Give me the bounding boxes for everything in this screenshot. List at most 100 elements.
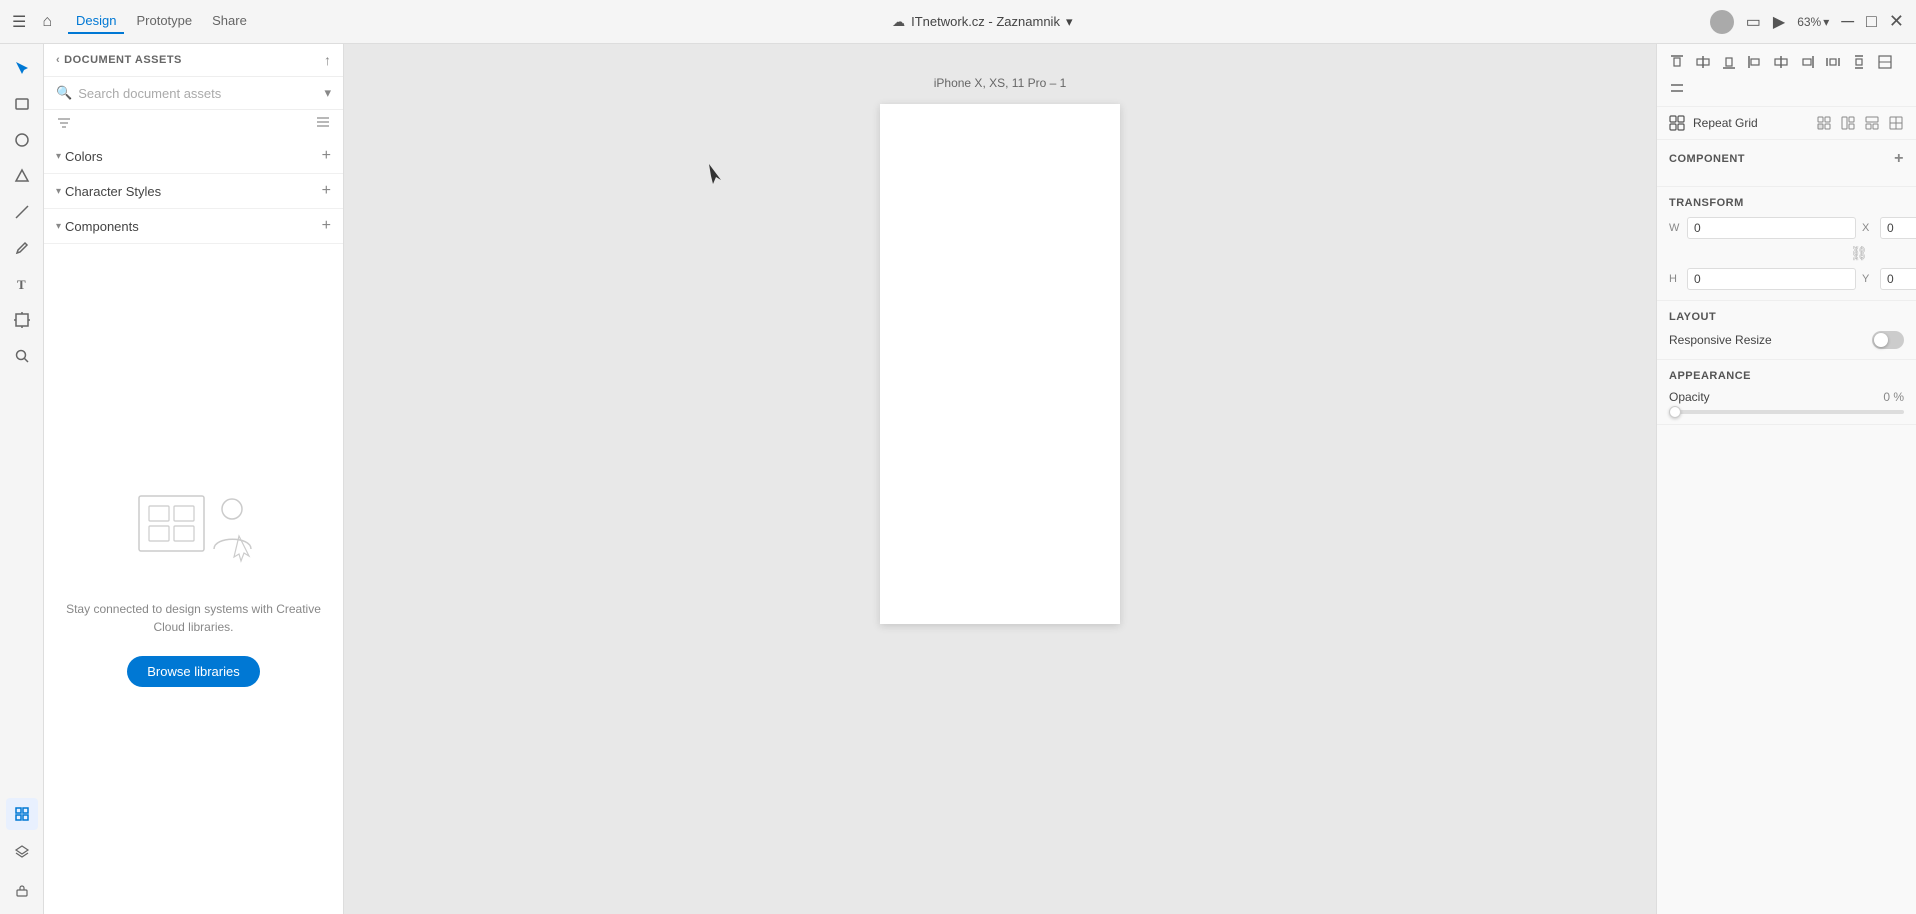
tab-share[interactable]: Share	[204, 9, 255, 34]
width-label: W	[1669, 222, 1683, 234]
character-styles-section: ▾ Character Styles +	[44, 174, 343, 209]
opacity-thumb[interactable]	[1669, 406, 1681, 418]
align-center-h-button[interactable]	[1769, 50, 1793, 74]
cloud-icon: ☁	[892, 14, 905, 30]
opacity-slider[interactable]	[1669, 410, 1904, 414]
transform-link-divider: ⛓	[1669, 245, 1916, 262]
rg-action-4[interactable]	[1886, 113, 1906, 133]
minimize-button[interactable]: ─	[1841, 11, 1854, 32]
zoom-control[interactable]: 63% ▾	[1797, 15, 1829, 29]
add-component-btn[interactable]: +	[1894, 150, 1904, 168]
align-bottom-button[interactable]	[1717, 50, 1741, 74]
x-label: X	[1862, 222, 1876, 234]
components-section-header[interactable]: ▾ Components +	[44, 209, 343, 243]
opacity-row: Opacity 0 %	[1669, 390, 1904, 404]
main-area: T ‹ DOCUMENT ASSETS	[0, 44, 1916, 914]
character-styles-section-header[interactable]: ▾ Character Styles +	[44, 174, 343, 208]
rg-action-3[interactable]	[1862, 113, 1882, 133]
search-icon: 🔍	[56, 85, 72, 101]
colors-title: ▾ Colors	[56, 149, 103, 164]
panel-back-icon[interactable]: ‹	[56, 54, 60, 66]
width-input[interactable]	[1687, 217, 1856, 239]
character-styles-title: ▾ Character Styles	[56, 184, 161, 199]
layout-section: LAYOUT Responsive Resize	[1657, 301, 1916, 360]
document-assets-title: ‹ DOCUMENT ASSETS	[56, 54, 182, 66]
appearance-section-title: APPEARANCE	[1669, 370, 1904, 382]
align-extra-2[interactable]	[1665, 76, 1689, 100]
polygon-tool[interactable]	[6, 160, 38, 192]
y-input[interactable]	[1880, 268, 1916, 290]
empty-illustration	[124, 471, 264, 584]
tab-design[interactable]: Design	[68, 9, 124, 34]
distribute-v-button[interactable]	[1847, 50, 1871, 74]
left-panel: ‹ DOCUMENT ASSETS ↑ 🔍 ▾ ▾ Co	[44, 44, 344, 914]
artboard[interactable]	[880, 104, 1120, 624]
appearance-section: APPEARANCE Opacity 0 %	[1657, 360, 1916, 425]
align-extra-1[interactable]	[1873, 50, 1897, 74]
component-section: COMPONENT +	[1657, 140, 1916, 187]
panel-header-actions: ↑	[324, 52, 331, 68]
pen-tool[interactable]	[6, 232, 38, 264]
zoom-value: 63%	[1797, 15, 1821, 29]
align-right-button[interactable]	[1795, 50, 1819, 74]
repeat-grid-bar: Repeat Grid	[1657, 107, 1916, 140]
colors-section-header[interactable]: ▾ Colors +	[44, 139, 343, 173]
menu-icon[interactable]: ☰	[12, 12, 26, 32]
repeat-grid-label: Repeat Grid	[1693, 116, 1808, 130]
canvas[interactable]: iPhone X, XS, 11 Pro – 1	[344, 44, 1656, 914]
plugins-panel-button[interactable]	[6, 874, 38, 906]
colors-section: ▾ Colors +	[44, 139, 343, 174]
repeat-grid-icon	[1667, 113, 1687, 133]
transform-section-title: TRANSFORM	[1669, 197, 1904, 209]
topbar: ☰ ⌂ Design Prototype Share ☁ ITnetwork.c…	[0, 0, 1916, 44]
align-middle-v-button[interactable]	[1691, 50, 1715, 74]
search-input[interactable]	[78, 86, 318, 101]
upload-icon[interactable]: ↑	[324, 52, 331, 68]
rectangle-tool[interactable]	[6, 88, 38, 120]
line-tool[interactable]	[6, 196, 38, 228]
distribute-h-button[interactable]	[1821, 50, 1845, 74]
x-input[interactable]	[1880, 217, 1916, 239]
responsive-resize-toggle: Responsive Resize	[1669, 331, 1904, 349]
avatar[interactable]	[1710, 10, 1734, 34]
rg-action-1[interactable]	[1814, 113, 1834, 133]
responsive-resize-label: Responsive Resize	[1669, 333, 1772, 347]
select-tool[interactable]	[6, 52, 38, 84]
text-tool[interactable]: T	[6, 268, 38, 300]
assets-panel-button[interactable]	[6, 798, 38, 830]
align-toolbar	[1657, 44, 1916, 107]
title-bar[interactable]: ☁ ITnetwork.cz - Zaznamnik ▾	[892, 14, 1072, 30]
align-left-button[interactable]	[1743, 50, 1767, 74]
play-icon[interactable]: ▶	[1773, 12, 1785, 32]
align-top-button[interactable]	[1665, 50, 1689, 74]
add-component-icon[interactable]: +	[322, 217, 331, 235]
browse-libraries-button[interactable]: Browse libraries	[127, 656, 259, 687]
colors-chevron-icon: ▾	[56, 151, 61, 162]
ellipse-tool[interactable]	[6, 124, 38, 156]
topbar-left: ☰ ⌂ Design Prototype Share	[12, 9, 255, 34]
search-tool[interactable]	[6, 340, 38, 372]
link-proportions-icon[interactable]: ⛓	[1850, 245, 1868, 262]
home-icon[interactable]: ⌂	[42, 13, 52, 31]
close-button[interactable]: ✕	[1889, 11, 1904, 32]
filter-icon[interactable]	[56, 116, 72, 133]
opacity-label: Opacity	[1669, 390, 1710, 404]
opacity-value: 0 %	[1883, 390, 1904, 404]
height-input[interactable]	[1687, 268, 1856, 290]
search-dropdown-icon[interactable]: ▾	[324, 85, 331, 101]
tab-prototype[interactable]: Prototype	[128, 9, 200, 34]
artboard-tool[interactable]	[6, 304, 38, 336]
layers-panel-button[interactable]	[6, 836, 38, 868]
empty-description: Stay connected to design systems with Cr…	[60, 600, 327, 636]
add-character-style-icon[interactable]: +	[322, 182, 331, 200]
list-view-icon[interactable]	[315, 116, 331, 133]
topbar-center: ☁ ITnetwork.cz - Zaznamnik ▾	[263, 14, 1702, 30]
cursor-indicator	[709, 164, 721, 184]
device-icon[interactable]: ▭	[1746, 12, 1761, 32]
height-field: H	[1669, 268, 1856, 290]
add-color-icon[interactable]: +	[322, 147, 331, 165]
maximize-button[interactable]: □	[1866, 11, 1877, 32]
responsive-resize-switch[interactable]	[1872, 331, 1904, 349]
y-label: Y	[1862, 273, 1876, 285]
rg-action-2[interactable]	[1838, 113, 1858, 133]
